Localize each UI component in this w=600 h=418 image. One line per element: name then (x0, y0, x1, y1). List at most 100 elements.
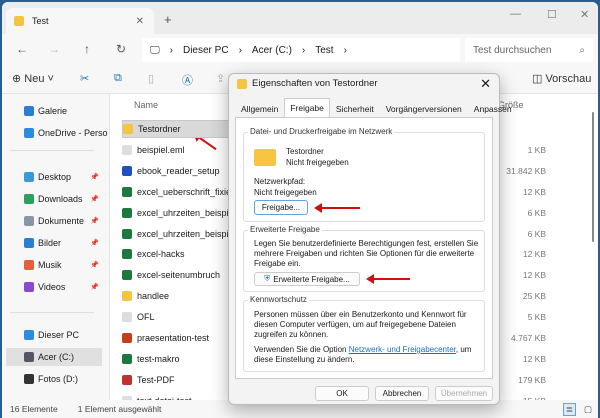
column-header-name[interactable]: Name (134, 100, 158, 110)
sidebar-item[interactable]: Musik 📌 (24, 256, 99, 274)
search-input[interactable]: Test durchsuchen ⌕ (465, 38, 593, 62)
advanced-sharing-button[interactable]: ⛨ Erweiterte Freigabe... (254, 272, 360, 286)
folder-icon (254, 149, 276, 166)
file-name: beispiel.eml (137, 144, 185, 155)
file-icon (122, 144, 132, 155)
details-view-icon[interactable]: ≣ (562, 402, 576, 416)
tab-sicherheit[interactable]: Sicherheit (330, 100, 380, 118)
advanced-sharing-group: Erweiterte Freigabe Legen Sie benutzerde… (243, 225, 485, 292)
file-row[interactable]: excel-seitenumbruch (122, 266, 220, 284)
tab-allgemein[interactable]: Allgemein (235, 100, 284, 118)
file-name: excel-hacks (137, 249, 185, 260)
tab-freigabe[interactable]: Freigabe (284, 98, 330, 118)
file-icon (122, 312, 132, 323)
pin-icon: 📌 (90, 262, 99, 269)
share-icon[interactable]: ⇪ (216, 72, 225, 85)
new-button[interactable]: ⊕ Neu ˅ (12, 72, 54, 85)
minimize-button[interactable]: — (510, 8, 521, 20)
ok-button[interactable]: OK (315, 386, 369, 401)
sidebar-item[interactable]: Dokumente 📌 (24, 212, 99, 230)
rename-icon[interactable]: Ⓐ (182, 72, 193, 88)
cut-icon[interactable]: ✂ (80, 72, 89, 85)
network-sharing-group: Datei- und Druckerfreigabe im Netzwerk T… (243, 127, 485, 222)
tiles-view-icon[interactable]: ▢ (584, 404, 592, 415)
file-row[interactable]: excel_uhrzeiten_beispie (122, 225, 234, 243)
file-row[interactable]: excel-hacks (122, 245, 185, 263)
preview-label: Vorschau (545, 73, 592, 85)
network-path-label: Netzwerkpfad: (254, 177, 306, 186)
new-tab-button[interactable]: + (164, 12, 172, 27)
crumb-acer[interactable]: Acer (C:) (252, 45, 292, 56)
file-row[interactable]: ebook_reader_setup (122, 162, 220, 180)
file-row[interactable]: excel_ueberschrift_fixie (122, 183, 231, 201)
search-placeholder: Test durchsuchen (473, 44, 552, 56)
sidebar-item[interactable]: Desktop 📌 (24, 168, 99, 186)
file-icon (122, 374, 132, 385)
tab-test[interactable]: Test ✕ (6, 8, 154, 34)
cancel-button[interactable]: Abbrechen (375, 386, 429, 401)
tab-vorgaengerversionen[interactable]: Vorgängerversionen (380, 100, 468, 118)
file-size: 31.842 KB (506, 165, 546, 176)
file-name: Test-PDF (137, 374, 175, 385)
item-count: 16 Elemente (10, 404, 58, 414)
close-tab-icon[interactable]: ✕ (136, 16, 144, 27)
tab-anpassen[interactable]: Anpassen (468, 100, 518, 118)
file-size: 12 KB (522, 186, 546, 197)
scrollbar[interactable] (592, 112, 594, 242)
crumb-test[interactable]: Test (315, 45, 333, 56)
file-row[interactable]: excel_uhrzeiten_beispie (122, 204, 234, 222)
dialog-close-button[interactable]: ✕ (480, 76, 491, 92)
sidebar-item[interactable]: Dieser PC (24, 326, 79, 344)
network-center-link[interactable]: Netzwerk- und Freigabecenter (349, 345, 456, 354)
close-window-button[interactable]: ✕ (580, 8, 589, 21)
copy-icon[interactable]: ⧉ (114, 72, 122, 85)
apply-button[interactable]: Übernehmen (435, 386, 493, 401)
group-legend: Datei- und Druckerfreigabe im Netzwerk (248, 127, 395, 136)
dialog-title: Eigenschaften von Testordner (252, 78, 378, 89)
sidebar-item[interactable]: Videos 📌 (24, 278, 99, 296)
up-button[interactable]: ↑ (84, 42, 90, 56)
preview-button[interactable]: ◫ Vorschau (532, 72, 591, 85)
pin-icon: 📌 (90, 284, 99, 291)
file-row[interactable]: praesentation-test (122, 329, 209, 347)
sidebar-item[interactable]: OneDrive - Perso (24, 124, 108, 142)
sidebar-item-label: Galerie (38, 106, 68, 116)
sidebar-item-label: Desktop (38, 172, 72, 182)
file-size: 6 KB (527, 228, 546, 239)
file-row[interactable]: beispiel.eml (122, 141, 185, 159)
file-icon (122, 165, 132, 176)
file-icon (123, 124, 133, 134)
sidebar-item[interactable]: Fotos (D:) (24, 370, 78, 388)
file-row[interactable]: OFL (122, 308, 155, 326)
maximize-button[interactable]: ☐ (547, 8, 557, 21)
sidebar-item-icon (24, 238, 34, 248)
forward-button[interactable]: → (48, 42, 60, 56)
file-name: praesentation-test (137, 333, 210, 343)
file-row[interactable]: test-makro (122, 350, 180, 368)
pin-icon: 📌 (90, 240, 99, 247)
sidebar-item[interactable]: Downloads 📌 (24, 190, 99, 208)
sidebar-item[interactable]: Acer (C:) (6, 348, 102, 366)
sidebar-item[interactable]: Bilder 📌 (24, 234, 99, 252)
sidebar-item[interactable]: Galerie (24, 102, 67, 120)
breadcrumb[interactable]: 🖵 › Dieser PC › Acer (C:) › Test › (142, 38, 460, 62)
file-name: Testordner (138, 124, 181, 134)
file-size: 179 KB (518, 374, 546, 385)
file-size: 12 KB (522, 270, 546, 281)
sidebar-item-icon (24, 374, 34, 384)
network-path-value: Nicht freigegeben (254, 188, 317, 197)
back-button[interactable]: ← (16, 42, 28, 56)
paste-icon[interactable]: ▯ (148, 72, 154, 85)
crumb-dieser-pc[interactable]: Dieser PC (183, 45, 229, 56)
advanced-sharing-text: Legen Sie benutzerdefinierte Berechtigun… (254, 239, 479, 268)
sharing-pane: Datei- und Druckerfreigabe im Netzwerk T… (235, 117, 493, 379)
file-row[interactable]: Test-PDF (122, 371, 175, 389)
file-row[interactable]: handlee (122, 287, 169, 305)
refresh-button[interactable]: ↻ (116, 42, 126, 56)
file-name: test-makro (137, 353, 180, 364)
file-icon (122, 291, 132, 302)
share-button[interactable]: Freigabe... (254, 200, 308, 215)
file-name: handlee (137, 291, 170, 302)
sidebar-item-icon (24, 330, 34, 340)
sidebar-item-label: OneDrive - Perso (38, 128, 108, 138)
